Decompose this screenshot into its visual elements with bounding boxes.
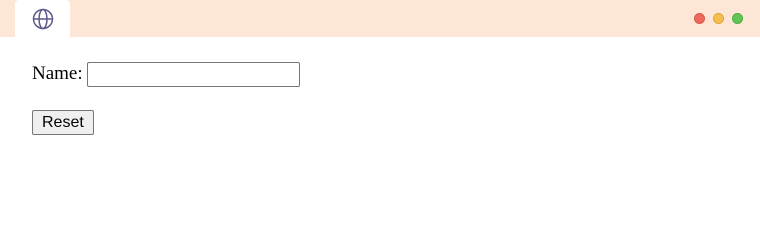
window-controls [694,13,743,24]
close-window-button[interactable] [694,13,705,24]
browser-window: Name: Reset [0,0,760,217]
page-content: Name: Reset [32,60,300,135]
minimize-window-button[interactable] [713,13,724,24]
maximize-window-button[interactable] [732,13,743,24]
tab-bar [0,0,760,37]
name-input[interactable] [86,61,300,87]
reset-button[interactable]: Reset [32,110,94,135]
name-label: Name: [32,63,83,84]
browser-tab[interactable] [15,0,70,37]
name-row: Name: [32,60,300,88]
globe-icon [32,8,54,30]
